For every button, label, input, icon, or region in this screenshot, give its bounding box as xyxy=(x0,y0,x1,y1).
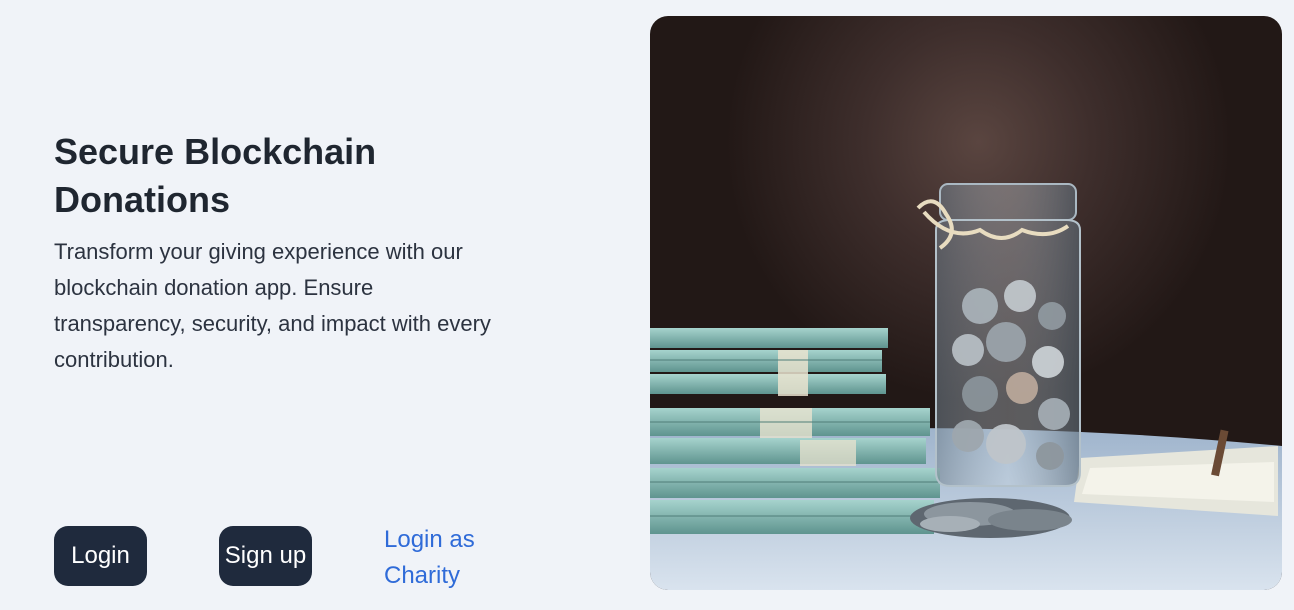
landing-page: Secure Blockchain Donations Transform yo… xyxy=(0,0,1294,610)
hero-text-panel: Secure Blockchain Donations Transform yo… xyxy=(54,0,514,610)
page-title: Secure Blockchain Donations xyxy=(54,131,377,220)
login-button[interactable]: Login xyxy=(54,526,147,586)
hero-description: Transform your giving experience with ou… xyxy=(54,239,491,372)
hero-image xyxy=(650,16,1282,590)
jar xyxy=(916,183,1081,487)
banknote-stacks xyxy=(650,328,940,534)
coin-jar-illustration xyxy=(650,183,1282,590)
signup-button[interactable]: Sign up xyxy=(219,526,312,586)
login-as-charity-link[interactable]: Login as Charity xyxy=(384,522,504,594)
